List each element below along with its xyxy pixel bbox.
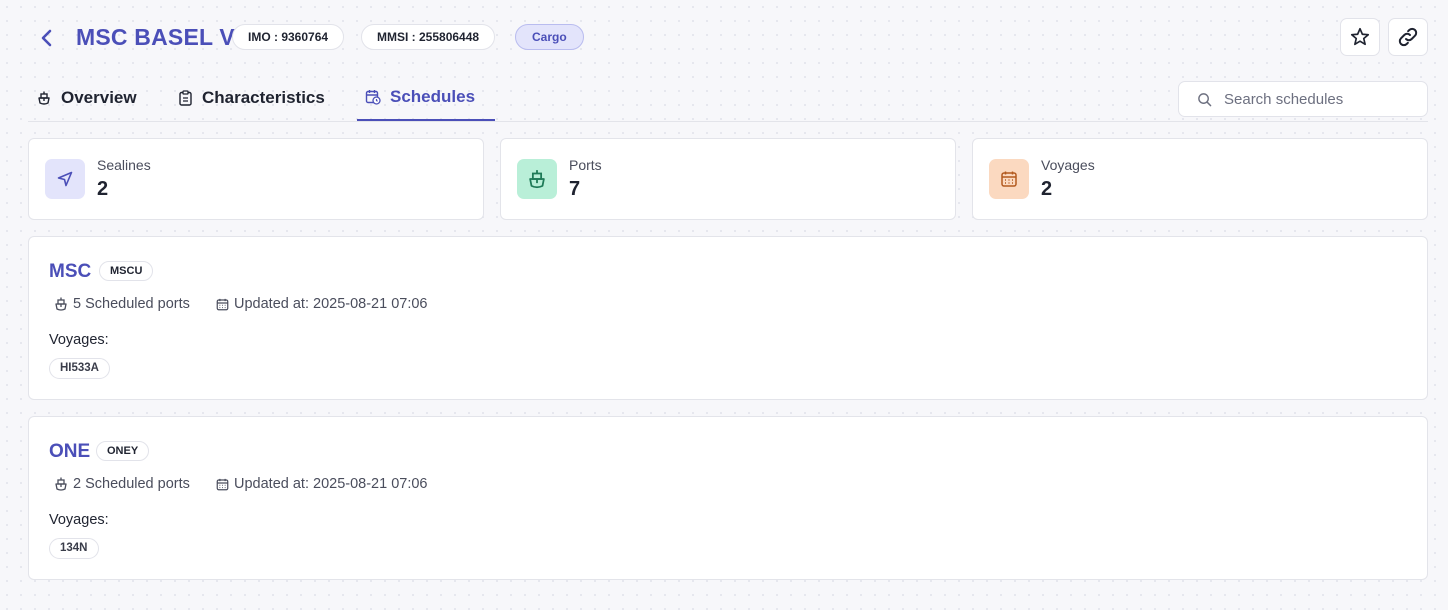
clipboard-icon bbox=[179, 89, 192, 106]
voyage-chip[interactable]: HI533A bbox=[49, 358, 110, 379]
carrier-card: ONE ONEY 2 Scheduled ports Updated at: 2… bbox=[28, 416, 1428, 580]
scheduled-ports-text: 2 Scheduled ports bbox=[73, 476, 190, 492]
ship-icon bbox=[55, 297, 67, 311]
stat-value: 2 bbox=[97, 178, 109, 200]
calendar-icon bbox=[1001, 171, 1017, 187]
voyages-label: Voyages: bbox=[49, 512, 109, 528]
vessel-title: MSC BASEL V bbox=[76, 24, 235, 50]
page-header: MSC BASEL V IMO : 9360764 MMSI : 2558064… bbox=[28, 18, 1428, 58]
copy-link-button[interactable] bbox=[1388, 18, 1428, 56]
tab-characteristics-label: Characteristics bbox=[202, 87, 325, 107]
carrier-code-badge: MSCU bbox=[99, 261, 154, 281]
tab-characteristics[interactable]: Characteristics bbox=[178, 74, 325, 121]
imo-chip: IMO : 9360764 bbox=[232, 24, 345, 50]
stat-label: Voyages bbox=[1041, 157, 1095, 173]
updated-at: Updated at: 2025-08-21 07:06 bbox=[215, 296, 427, 312]
back-button[interactable] bbox=[36, 27, 58, 49]
updated-at-text: Updated at: 2025-08-21 07:06 bbox=[234, 296, 428, 312]
tab-overview[interactable]: Overview bbox=[36, 74, 137, 121]
scheduled-ports-text: 5 Scheduled ports bbox=[73, 296, 190, 312]
voyage-chip[interactable]: 134N bbox=[49, 538, 99, 559]
stat-label: Ports bbox=[569, 157, 602, 173]
carrier-card: MSC MSCU 5 Scheduled ports Updated at: 2… bbox=[28, 236, 1428, 400]
chevron-left-icon bbox=[41, 29, 52, 47]
link-icon bbox=[1398, 27, 1418, 47]
stat-value: 2 bbox=[1041, 178, 1053, 200]
calendar-clock-icon bbox=[365, 89, 381, 105]
carrier-code-badge: ONEY bbox=[96, 441, 150, 461]
favorite-button[interactable] bbox=[1340, 18, 1380, 56]
scheduled-ports: 5 Scheduled ports bbox=[53, 296, 190, 312]
carrier-name[interactable]: ONE bbox=[49, 441, 90, 463]
stat-icon-box bbox=[45, 159, 85, 199]
calendar-icon bbox=[216, 298, 229, 310]
tab-schedules-label: Schedules bbox=[390, 86, 476, 106]
carrier-name[interactable]: MSC bbox=[49, 261, 91, 283]
search-box bbox=[1178, 81, 1428, 117]
search-icon bbox=[1198, 92, 1212, 106]
tab-overview-label: Overview bbox=[61, 87, 137, 107]
voyages-label: Voyages: bbox=[49, 332, 109, 348]
tab-schedules[interactable]: Schedules bbox=[357, 74, 495, 121]
updated-at-text: Updated at: 2025-08-21 07:06 bbox=[234, 476, 428, 492]
stat-icon-box bbox=[989, 159, 1029, 199]
mmsi-chip: MMSI : 255806448 bbox=[361, 24, 496, 50]
scheduled-ports: 2 Scheduled ports bbox=[53, 476, 190, 492]
stat-card-voyages: Voyages 2 bbox=[972, 138, 1428, 220]
vessel-type-badge: Cargo bbox=[515, 24, 584, 50]
stat-card-ports: Ports 7 bbox=[500, 138, 956, 220]
stat-icon-box bbox=[517, 159, 557, 199]
search-input[interactable] bbox=[1224, 90, 1404, 108]
stat-value: 7 bbox=[569, 178, 581, 200]
ship-icon bbox=[38, 91, 50, 105]
updated-at: Updated at: 2025-08-21 07:06 bbox=[215, 476, 427, 492]
calendar-icon bbox=[216, 478, 229, 490]
navigation-icon bbox=[57, 171, 73, 187]
stat-label: Sealines bbox=[97, 157, 151, 173]
ship-icon bbox=[529, 170, 545, 189]
ship-icon bbox=[55, 477, 67, 491]
stat-card-sealines: Sealines 2 bbox=[28, 138, 484, 220]
star-icon bbox=[1350, 27, 1370, 46]
